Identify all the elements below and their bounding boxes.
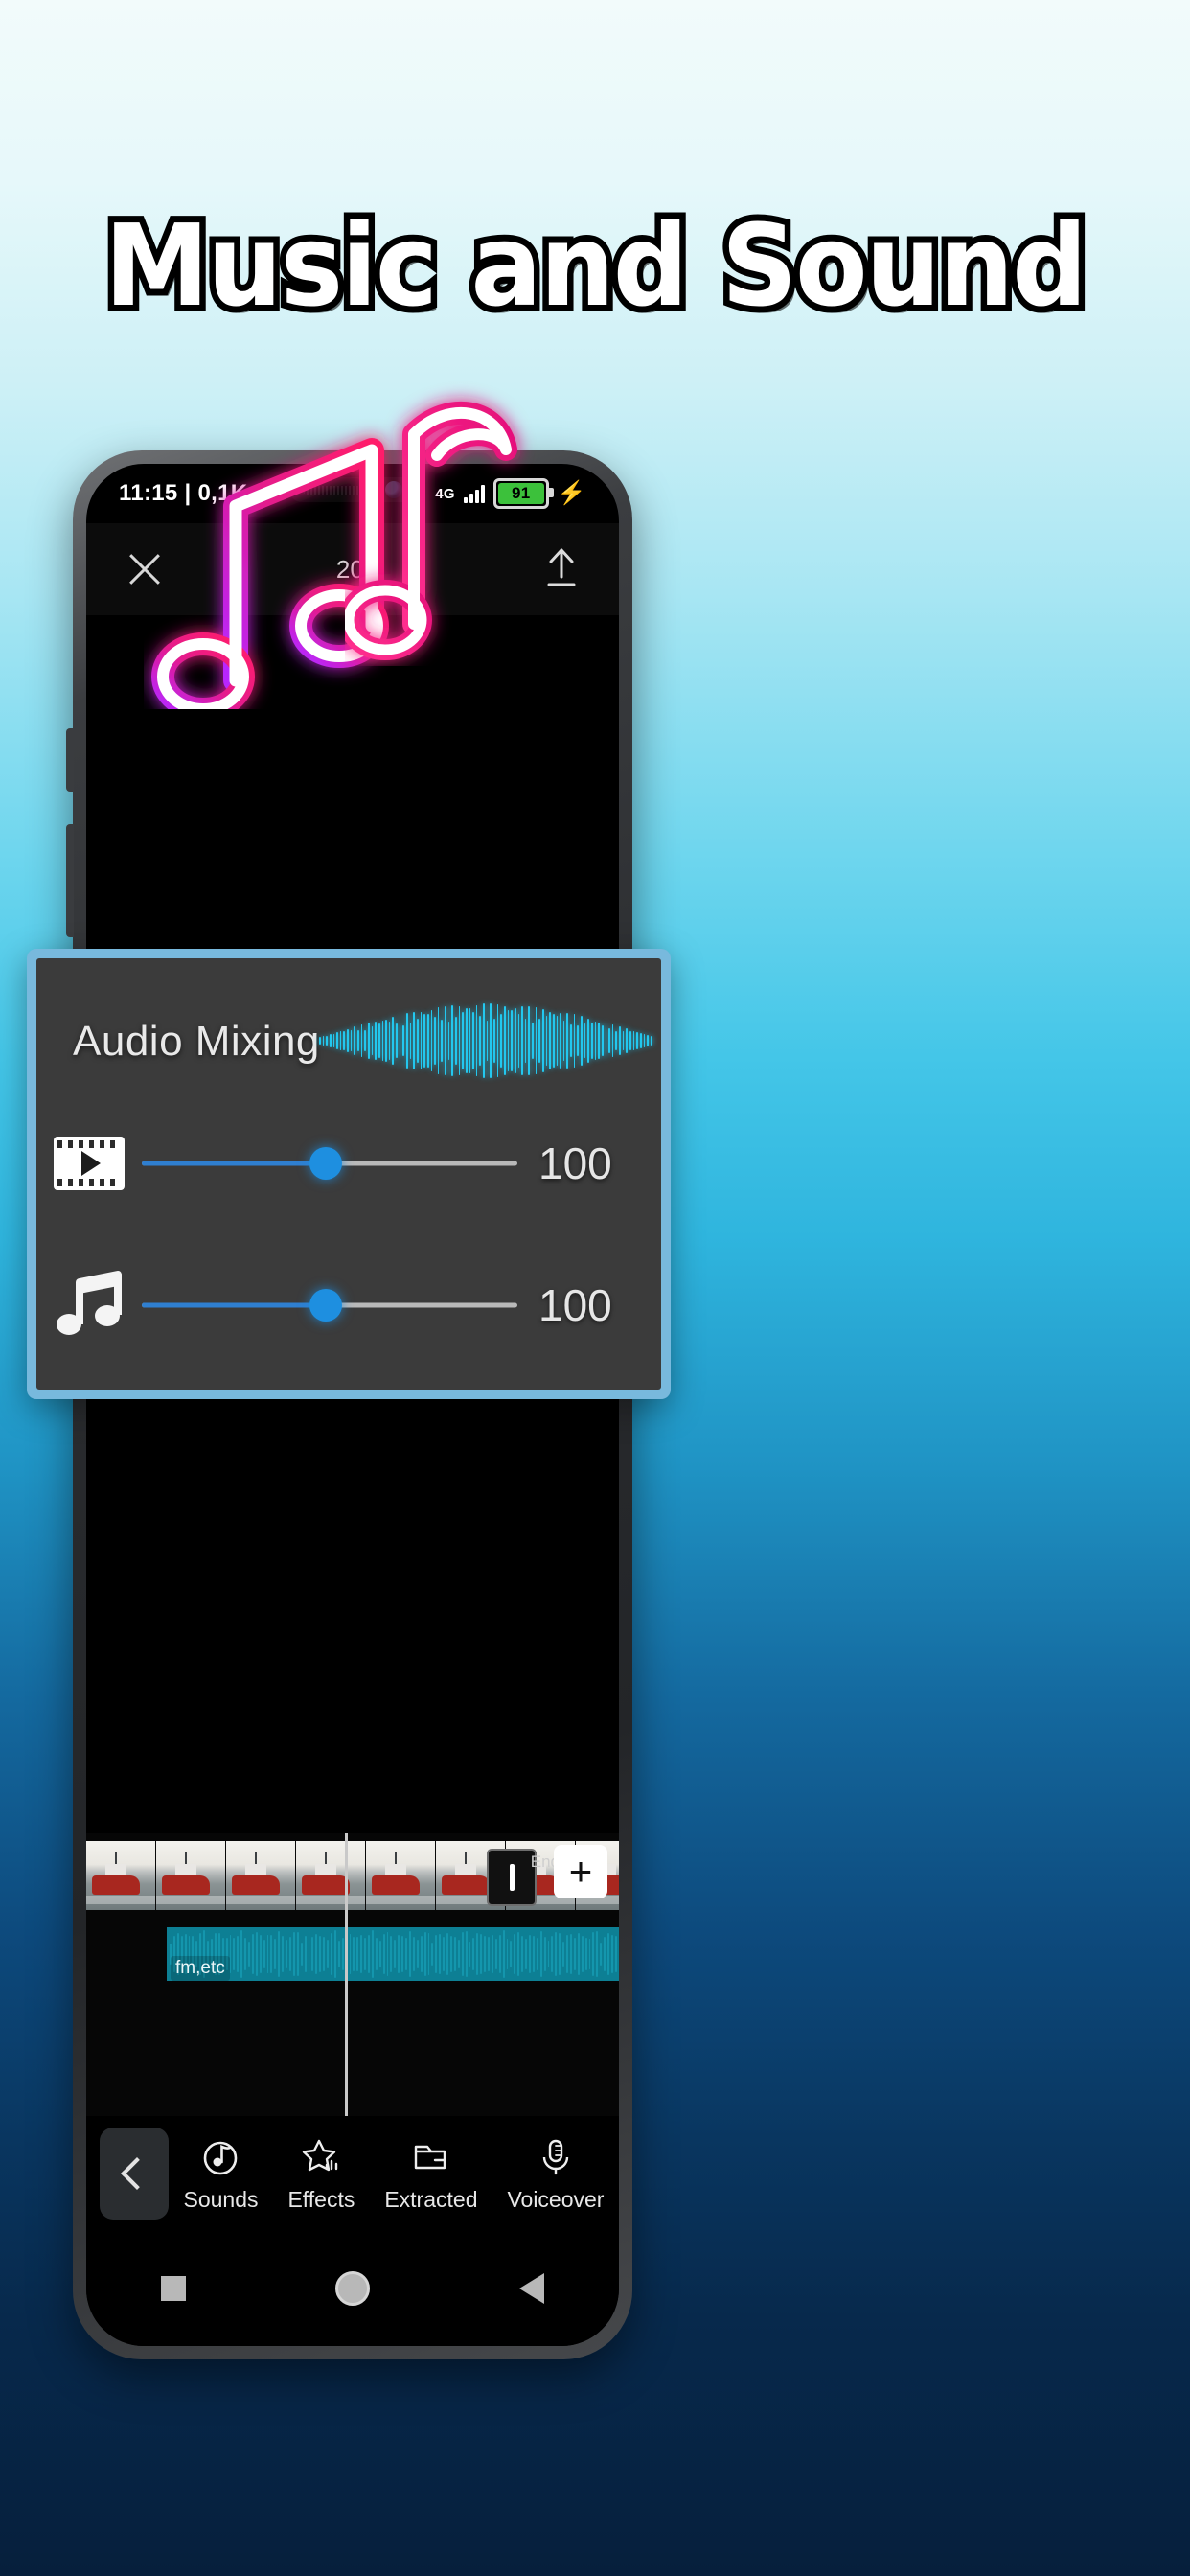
phone-mockup: 11:15 | 0,1K 4G 91 ⚡ 20: End + fm,etc So…: [66, 450, 632, 2359]
upload-arrow-icon[interactable]: [542, 546, 581, 593]
poster-canvas: Music and Sound 11:15 | 0,1K 4G 91 ⚡ 20:…: [0, 0, 1190, 2576]
slider-fill: [142, 1302, 327, 1308]
video-frame-thumbnail[interactable]: [296, 1841, 366, 1910]
network-label: 4G: [435, 485, 455, 502]
signal-bars-icon: [463, 484, 485, 503]
tab-voiceover-label: Voiceover: [507, 2186, 605, 2212]
editor-top-toolbar: 20:: [86, 523, 619, 615]
playhead[interactable]: [345, 1833, 348, 2116]
earpiece-speaker-icon: [303, 485, 372, 494]
video-film-icon: [36, 1137, 142, 1190]
video-frame-thumbnail[interactable]: [86, 1841, 156, 1910]
music-volume-value: 100: [538, 1280, 612, 1330]
status-time: 11:15 | 0,1K: [119, 480, 248, 506]
video-track[interactable]: [86, 1841, 619, 1910]
android-navigation-bar[interactable]: [86, 2231, 619, 2346]
audio-tool-tabs[interactable]: Sounds Effects Extracted Voiceover: [86, 2116, 619, 2231]
video-frame-thumbnail[interactable]: [156, 1841, 226, 1910]
tab-sounds[interactable]: Sounds: [183, 2135, 259, 2213]
slider-thumb[interactable]: [309, 1289, 343, 1322]
slider-thumb[interactable]: [309, 1147, 343, 1180]
video-volume-value: 100: [538, 1138, 612, 1188]
mixer-row-music[interactable]: 100: [36, 1261, 661, 1349]
disc-note-icon: [204, 2141, 238, 2174]
tab-extracted[interactable]: Extracted: [384, 2135, 477, 2213]
audio-mixing-card[interactable]: Audio Mixing 100 100: [27, 949, 671, 1399]
front-camera-icon: [385, 481, 402, 498]
circle-icon[interactable]: [335, 2271, 370, 2306]
tab-effects[interactable]: Effects: [287, 2135, 355, 2213]
tab-effects-label: Effects: [287, 2186, 355, 2212]
phone-screen: 11:15 | 0,1K 4G 91 ⚡ 20: End + fm,etc So…: [86, 464, 619, 2346]
music-note-icon: [36, 1269, 142, 1342]
tab-voiceover[interactable]: Voiceover: [507, 2135, 604, 2213]
music-note-glyph: [57, 1271, 122, 1335]
back-button[interactable]: [100, 2128, 169, 2220]
tab-sounds-label: Sounds: [183, 2186, 259, 2212]
timeline-panel[interactable]: End + fm,etc: [86, 1833, 619, 2116]
tab-extracted-label: Extracted: [384, 2186, 478, 2212]
video-frame-thumbnail[interactable]: [226, 1841, 296, 1910]
status-right: 4G 91 ⚡: [435, 478, 586, 509]
film-strip-shape: [54, 1137, 125, 1190]
audio-mixing-panel: Audio Mixing 100 100: [36, 958, 661, 1390]
close-x-icon[interactable]: [125, 549, 165, 589]
star-sound-icon: [303, 2139, 338, 2171]
video-volume-slider[interactable]: [142, 1144, 517, 1183]
phone-notch: [289, 477, 416, 502]
audio-clip-label: fm,etc: [171, 1956, 230, 1981]
add-clip-button[interactable]: +: [554, 1845, 607, 1898]
music-volume-slider[interactable]: [142, 1286, 517, 1324]
end-marker[interactable]: [487, 1849, 537, 1906]
tab-list: Sounds Effects Extracted Voiceover: [169, 2135, 619, 2213]
status-left: 11:15 | 0,1K: [119, 480, 247, 507]
audio-waveform: [167, 1927, 619, 1981]
microphone-icon: [542, 2139, 569, 2174]
triangle-back-icon[interactable]: [519, 2273, 544, 2304]
slider-fill: [142, 1161, 327, 1166]
battery-percent: 91: [512, 484, 531, 502]
project-timecode: 20:: [335, 554, 372, 584]
chevron-left-icon: [121, 2157, 153, 2190]
square-icon[interactable]: [161, 2276, 186, 2301]
battery-icon: 91: [492, 478, 554, 509]
folder-icon: [414, 2145, 446, 2169]
lightning-bolt-icon: ⚡: [557, 480, 586, 506]
status-bar: 11:15 | 0,1K 4G 91 ⚡: [86, 464, 619, 523]
audio-mixing-title: Audio Mixing: [73, 1018, 320, 1065]
audio-track-clip[interactable]: [167, 1927, 619, 1981]
video-frame-thumbnail[interactable]: [366, 1841, 436, 1910]
audio-mixing-waveform: [319, 995, 652, 1087]
upload-arrow-glyph: [547, 548, 576, 586]
page-title: Music and Sound: [99, 199, 1094, 332]
mixer-row-video[interactable]: 100: [36, 1119, 661, 1208]
